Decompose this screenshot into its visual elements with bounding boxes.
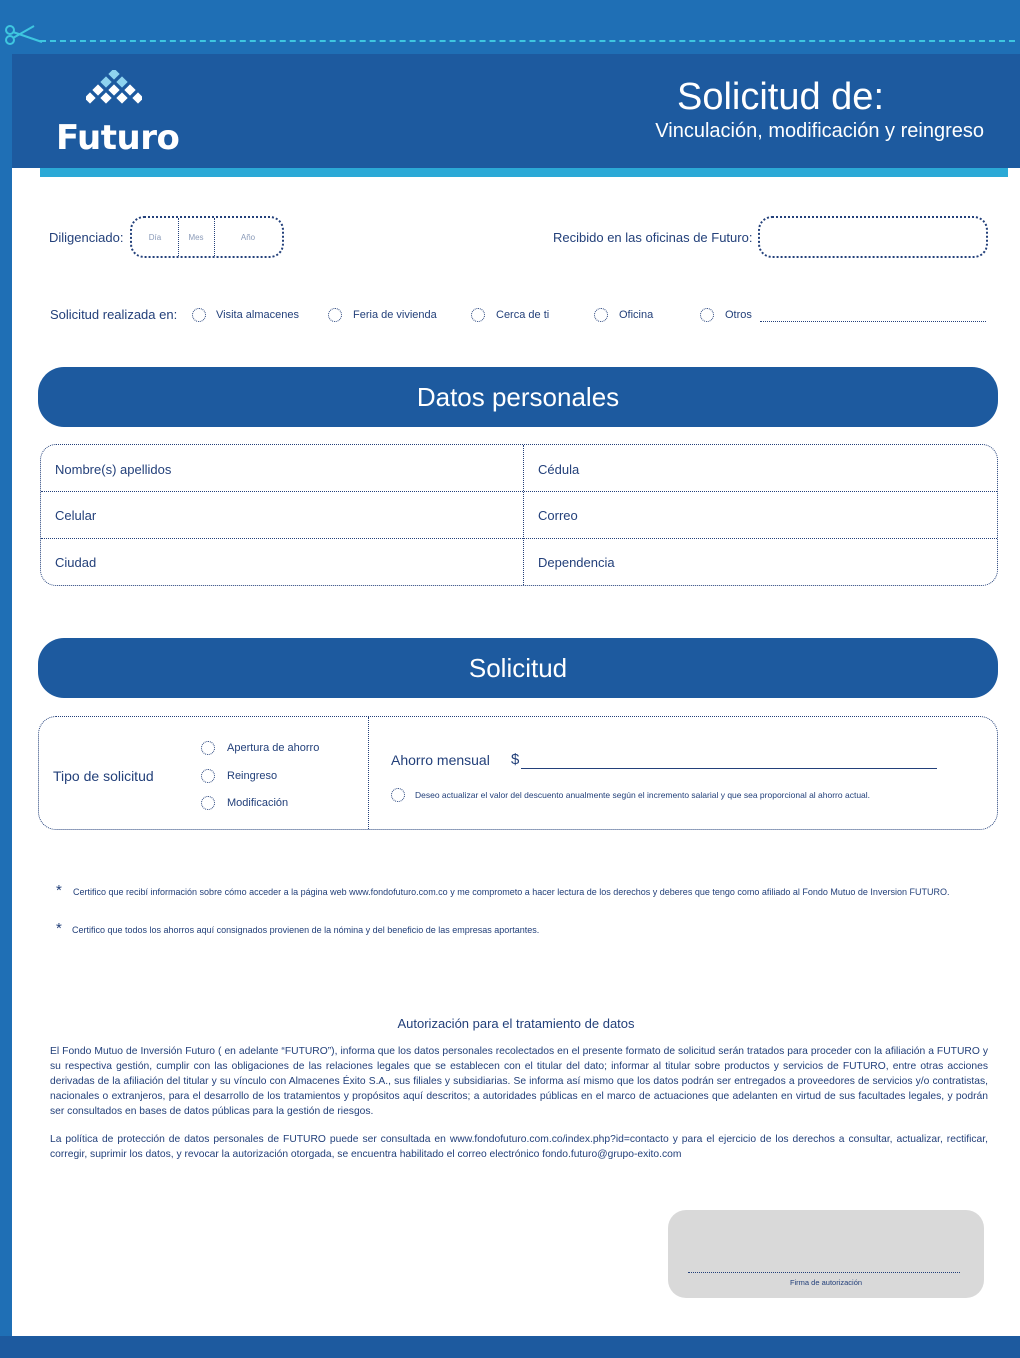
- firma-label: Firma de autorización: [789, 1278, 863, 1287]
- field-cedula[interactable]: Cédula: [538, 462, 579, 477]
- star-icon: *: [56, 920, 62, 937]
- certificacion-1: Certifico que recibí información sobre c…: [73, 887, 950, 897]
- header: Futuro Solicitud de: Vinculación, modifi…: [12, 54, 1020, 168]
- option-otros-label: Otros: [725, 309, 752, 321]
- firma-line: [688, 1272, 960, 1273]
- form-sheet: Futuro Solicitud de: Vinculación, modifi…: [12, 54, 1020, 1336]
- field-dependencia[interactable]: Dependencia: [538, 555, 615, 570]
- grid-row-divider: [41, 538, 997, 539]
- certificacion-2: Certifico que todos los ahorros aquí con…: [72, 925, 540, 935]
- recibido-field[interactable]: [758, 216, 988, 258]
- grid-col-divider: [523, 445, 524, 585]
- otros-input-line[interactable]: [760, 321, 986, 322]
- radio-visita-almacenes[interactable]: [192, 308, 206, 322]
- scissors-icon: [5, 25, 43, 45]
- recibido-label: Recibido en las oficinas de Futuro:: [553, 230, 753, 245]
- autorizacion-paragraph-1: El Fondo Mutuo de Inversión Futuro ( en …: [50, 1046, 988, 1117]
- section-datos-personales: Datos personales: [38, 367, 998, 427]
- date-field[interactable]: Día Mes Año: [130, 216, 284, 258]
- radio-otros[interactable]: [700, 308, 714, 322]
- checkbox-actualizar-descuento[interactable]: [391, 788, 405, 802]
- autorizacion-paragraph-2: La política de protección de datos perso…: [50, 1134, 988, 1160]
- radio-apertura-ahorro[interactable]: [201, 741, 215, 755]
- section-solicitud: Solicitud: [38, 638, 998, 698]
- field-celular[interactable]: Celular: [55, 508, 96, 523]
- solicitud-en-label: Solicitud realizada en:: [50, 307, 178, 322]
- actualizar-descuento-label: Deseo actualizar el valor del descuento …: [415, 790, 871, 800]
- top-band: [0, 0, 1020, 54]
- bottom-band: [0, 1336, 1020, 1358]
- option-modificacion-label: Modificación: [227, 797, 289, 809]
- date-month-placeholder: Mes: [188, 232, 204, 242]
- futuro-logo-icon: [86, 70, 142, 104]
- firma-box[interactable]: Firma de autorización: [668, 1210, 984, 1298]
- date-year-placeholder: Año: [240, 232, 256, 242]
- option-oficina-label: Oficina: [619, 309, 654, 321]
- solicitud-box: Tipo de solicitud Apertura de ahorro Rei…: [38, 716, 998, 830]
- currency-symbol: $: [511, 751, 520, 768]
- ahorro-mensual-label: Ahorro mensual: [391, 752, 490, 768]
- radio-feria-vivienda[interactable]: [328, 308, 342, 322]
- option-visita-almacenes-label: Visita almacenes: [216, 309, 299, 321]
- radio-oficina[interactable]: [594, 308, 608, 322]
- option-reingreso-label: Reingreso: [227, 770, 278, 782]
- solicitud-divider: [368, 717, 369, 829]
- autorizacion-title: Autorización para el tratamiento de dato…: [397, 1016, 635, 1031]
- page-subtitle: Vinculación, modificación y reingreso: [655, 120, 984, 142]
- cut-line: [40, 40, 1015, 42]
- field-ciudad[interactable]: Ciudad: [55, 555, 96, 570]
- option-cerca-de-ti-label: Cerca de ti: [496, 309, 550, 321]
- field-correo[interactable]: Correo: [538, 508, 578, 523]
- radio-cerca-de-ti[interactable]: [471, 308, 485, 322]
- option-apertura-ahorro-label: Apertura de ahorro: [227, 742, 320, 754]
- datos-personales-grid: Nombre(s) apellidos Cédula Celular Corre…: [40, 444, 998, 586]
- header-accent-strip: [40, 168, 1008, 177]
- logo-text: Futuro: [56, 118, 180, 158]
- radio-reingreso[interactable]: [201, 769, 215, 783]
- ahorro-mensual-input[interactable]: [521, 768, 937, 769]
- tipo-solicitud-label: Tipo de solicitud: [53, 768, 154, 784]
- page-title: Solicitud de:: [676, 76, 884, 118]
- radio-modificacion[interactable]: [201, 796, 215, 810]
- grid-row-divider: [41, 491, 997, 492]
- star-icon: *: [56, 882, 62, 899]
- field-nombre[interactable]: Nombre(s) apellidos: [55, 462, 171, 477]
- date-day-placeholder: Día: [148, 232, 162, 242]
- diligenciado-label: Diligenciado:: [49, 230, 124, 245]
- option-feria-vivienda-label: Feria de vivienda: [353, 309, 437, 321]
